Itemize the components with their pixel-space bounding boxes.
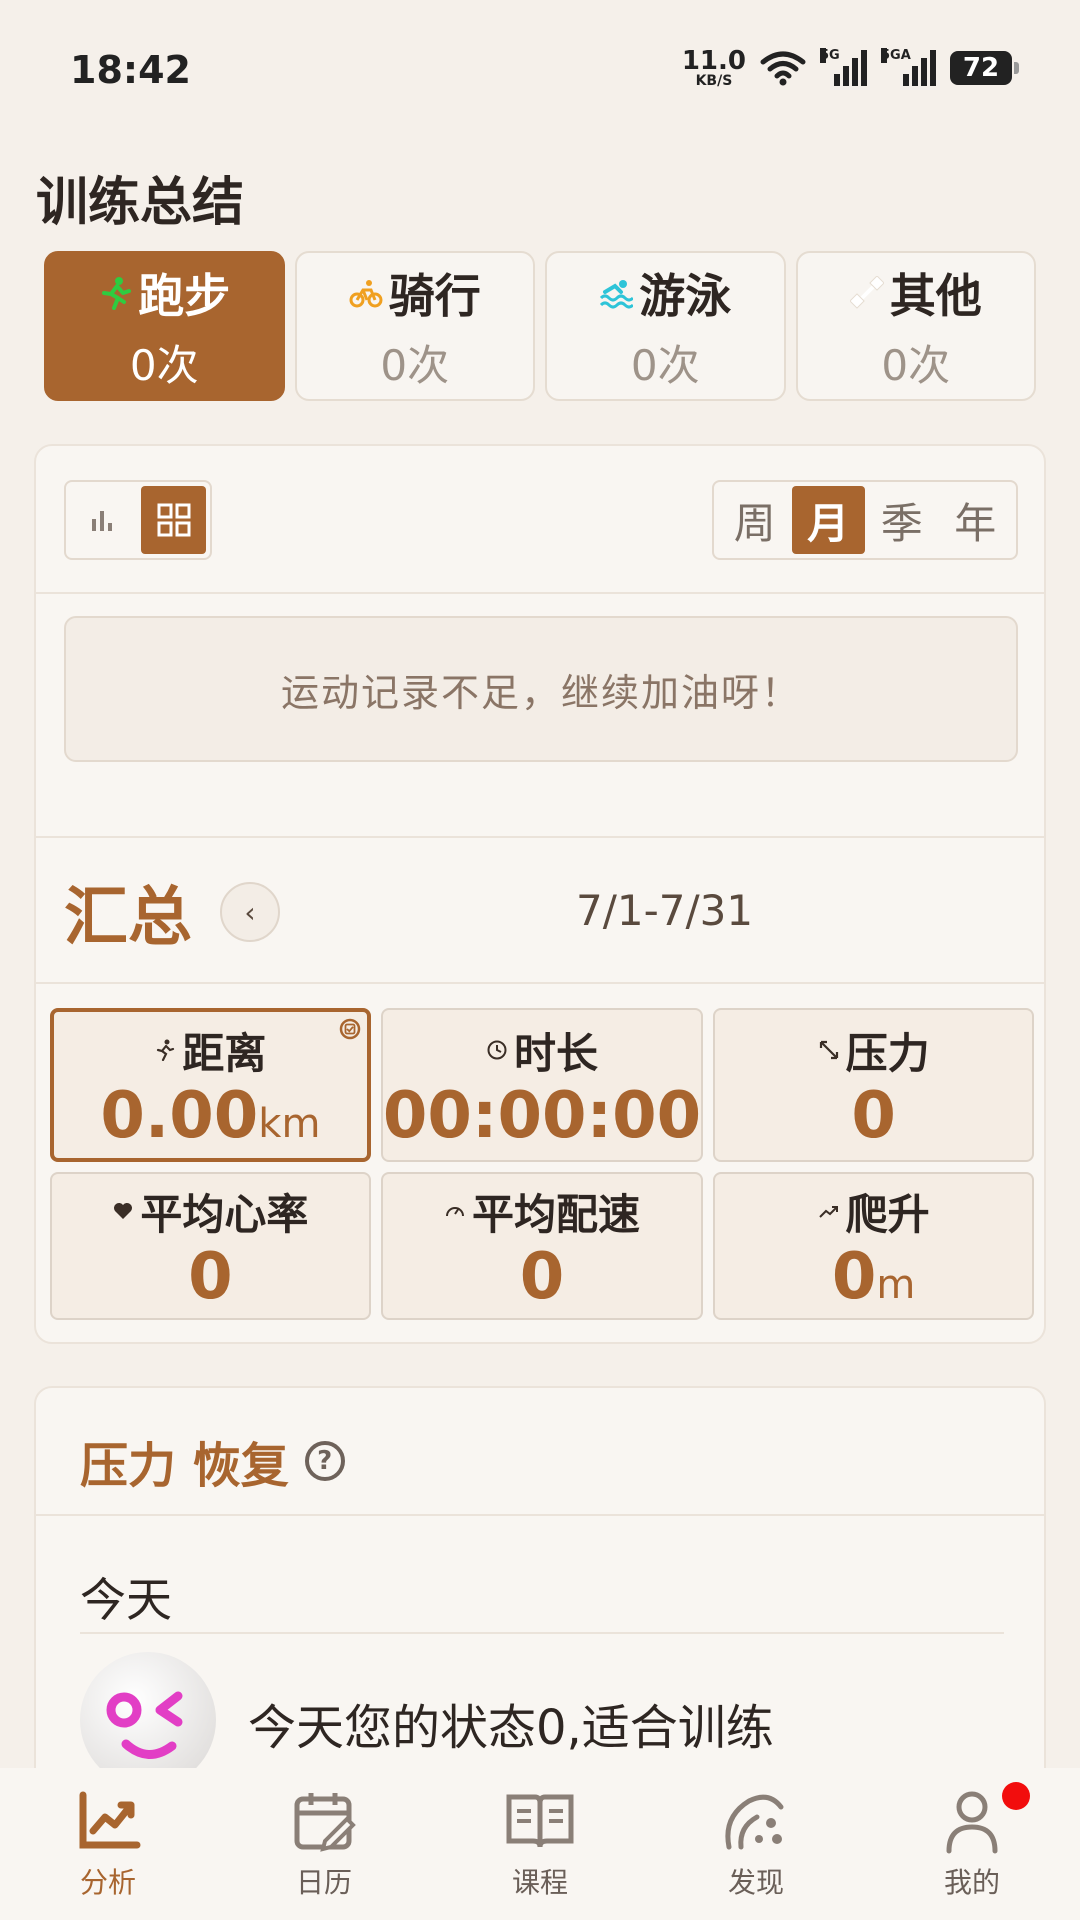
summary-title: 汇总 bbox=[64, 881, 192, 955]
stat-duration-value: 00:00:00 bbox=[382, 1078, 702, 1153]
stat-elevation[interactable]: 爬升 0m bbox=[713, 1172, 1034, 1320]
nav-profile[interactable]: 我的 bbox=[864, 1768, 1080, 1920]
training-summary-card: 周 月 季 年 运动记录不足，继续加油呀！ 汇总 ‹ 7/1-7/31 距离 0… bbox=[34, 444, 1046, 1344]
divider bbox=[36, 592, 1044, 594]
stat-avg-heart-rate[interactable]: 平均心率 0 bbox=[50, 1172, 371, 1320]
wifi-icon bbox=[760, 51, 806, 86]
book-icon bbox=[506, 1794, 574, 1848]
nav-courses[interactable]: 课程 bbox=[432, 1768, 648, 1920]
battery-icon: 72 bbox=[950, 51, 1019, 85]
status-icons: 11.0 KB/S 5G 5GA 72 bbox=[682, 48, 1019, 88]
cell-signal-2-icon: 5GA bbox=[881, 48, 936, 86]
tab-running-count: 0次 bbox=[129, 340, 199, 390]
stat-distance-label: 距离 bbox=[182, 1028, 267, 1078]
bottom-nav: 分析 日历 课程 发现 我的 bbox=[0, 1768, 1080, 1920]
chart-view-button[interactable] bbox=[70, 486, 135, 554]
date-range: 7/1-7/31 bbox=[576, 886, 754, 935]
swimming-icon bbox=[600, 279, 634, 308]
stat-duration-label: 时长 bbox=[513, 1028, 598, 1078]
clock-icon bbox=[487, 1040, 507, 1060]
trend-up-icon bbox=[818, 1206, 838, 1219]
stat-stress-label: 压力 bbox=[845, 1028, 930, 1078]
tab-running-label: 跑步 bbox=[138, 268, 231, 323]
divider bbox=[80, 1632, 1004, 1634]
grid-view-button[interactable] bbox=[141, 486, 206, 554]
stat-avg-pace-value: 0 bbox=[519, 1239, 565, 1314]
tab-other-label: 其他 bbox=[889, 268, 982, 323]
tab-cycling-count: 0次 bbox=[380, 340, 450, 390]
heart-icon bbox=[114, 1203, 133, 1220]
discover-icon bbox=[725, 1794, 784, 1850]
nav-discover[interactable]: 发现 bbox=[648, 1768, 864, 1920]
stat-stress-value: 0 bbox=[851, 1078, 896, 1153]
nav-analytics[interactable]: 分析 bbox=[0, 1768, 216, 1920]
stat-distance-unit: km bbox=[258, 1100, 321, 1147]
stat-distance[interactable]: 距离 0.00km bbox=[50, 1008, 371, 1162]
stats-grid: 距离 0.00km 时长 00:00:00 压力 0 平均心率 0 平均配速 0… bbox=[50, 1008, 1034, 1320]
stat-duration[interactable]: 时长 00:00:00 bbox=[380, 1008, 704, 1162]
chevron-left-icon: ‹ bbox=[244, 895, 256, 929]
stat-stress[interactable]: 压力 0 bbox=[713, 1008, 1034, 1162]
today-label: 今天 bbox=[80, 1573, 172, 1627]
tab-swimming-count: 0次 bbox=[630, 340, 700, 390]
checkbox-checked-icon bbox=[339, 1018, 361, 1040]
status-time: 18:42 bbox=[70, 48, 191, 92]
tab-other-count: 0次 bbox=[881, 340, 951, 390]
stat-avg-heart-rate-value: 0 bbox=[188, 1239, 233, 1314]
period-month-button[interactable]: 月 bbox=[791, 486, 865, 554]
nav-discover-label: 发现 bbox=[727, 1866, 784, 1899]
nav-calendar[interactable]: 日历 bbox=[216, 1768, 432, 1920]
period-quarter-button[interactable]: 季 bbox=[865, 486, 939, 554]
empty-state-message: 运动记录不足，继续加油呀！ bbox=[64, 616, 1018, 762]
stat-avg-pace-label: 平均配速 bbox=[471, 1189, 640, 1239]
network-speed-unit: KB/S bbox=[695, 73, 733, 89]
divider bbox=[36, 982, 1044, 984]
dumbbell-icon bbox=[849, 275, 884, 309]
nav-calendar-label: 日历 bbox=[295, 1866, 352, 1899]
previous-period-button[interactable]: ‹ bbox=[220, 882, 280, 942]
page-title: 训练总结 bbox=[36, 173, 245, 233]
tab-running[interactable]: 跑步 0次 bbox=[44, 251, 285, 401]
network-speed: 11.0 KB/S bbox=[682, 48, 746, 88]
status-bar: 18:42 11.0 KB/S 5G 5GA 72 bbox=[0, 0, 1080, 140]
network-speed-value: 11.0 bbox=[681, 46, 746, 76]
view-toggle bbox=[64, 480, 212, 560]
grid-icon bbox=[157, 503, 190, 537]
period-year-button[interactable]: 年 bbox=[939, 486, 1013, 554]
period-toggle: 周 月 季 年 bbox=[712, 480, 1018, 560]
nav-courses-label: 课程 bbox=[511, 1866, 568, 1899]
arrows-icon bbox=[819, 1041, 838, 1060]
stress-recovery-title: 压力 恢复 bbox=[80, 1438, 289, 1494]
sport-tabs: 跑步 0次 骑行 0次 游泳 0次 其他 0次 bbox=[44, 251, 1036, 401]
profile-icon bbox=[946, 1791, 998, 1854]
tab-cycling-label: 骑行 bbox=[388, 268, 481, 323]
speedometer-icon bbox=[445, 1207, 464, 1217]
nav-analytics-label: 分析 bbox=[79, 1866, 136, 1899]
divider bbox=[36, 836, 1044, 838]
notification-badge bbox=[1002, 1782, 1030, 1810]
divider bbox=[36, 1514, 1044, 1516]
tab-other[interactable]: 其他 0次 bbox=[795, 251, 1036, 401]
cell-signal-1-icon: 5G bbox=[820, 48, 867, 86]
tab-swimming[interactable]: 游泳 0次 bbox=[545, 251, 786, 401]
stat-elevation-unit: m bbox=[876, 1261, 916, 1308]
runner-icon bbox=[157, 1039, 175, 1062]
period-week-button[interactable]: 周 bbox=[718, 486, 792, 554]
stat-avg-pace[interactable]: 平均配速 0 bbox=[380, 1172, 704, 1320]
nav-profile-label: 我的 bbox=[943, 1866, 1000, 1899]
running-icon bbox=[102, 276, 132, 310]
stat-elevation-label: 爬升 bbox=[845, 1189, 930, 1239]
stat-elevation-value: 0 bbox=[831, 1239, 877, 1314]
tab-swimming-label: 游泳 bbox=[639, 268, 732, 323]
calendar-icon bbox=[294, 1793, 356, 1852]
stat-distance-value: 0.00 bbox=[100, 1078, 259, 1153]
help-icon[interactable]: ? bbox=[304, 1441, 345, 1481]
analytics-icon bbox=[79, 1791, 141, 1849]
stat-avg-heart-rate-label: 平均心率 bbox=[140, 1189, 309, 1239]
tab-cycling[interactable]: 骑行 0次 bbox=[294, 251, 535, 401]
status-message: 今天您的状态0,适合训练 bbox=[248, 1700, 774, 1756]
cycling-icon bbox=[349, 279, 383, 307]
bar-chart-icon bbox=[91, 511, 112, 531]
